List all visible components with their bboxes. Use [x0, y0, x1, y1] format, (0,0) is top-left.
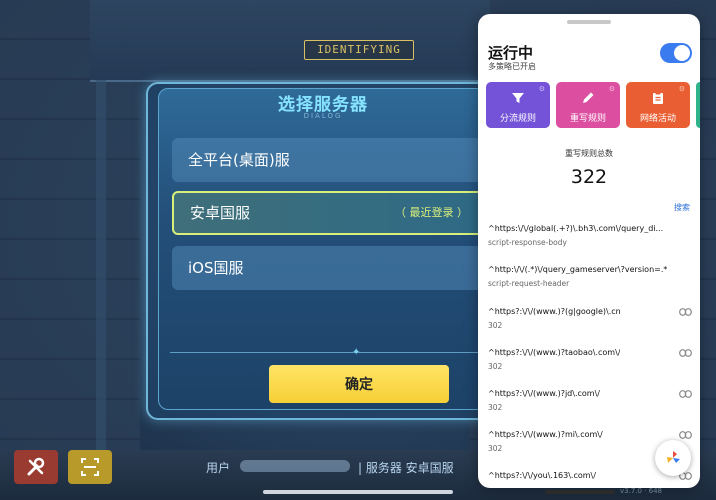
username-redacted — [240, 460, 350, 472]
identifying-badge: IDENTIFYING — [304, 40, 414, 60]
rule-pattern: ^https?:\/\/(www.)?mi\.com\/ — [488, 430, 603, 439]
server-option-ios[interactable]: iOS国服 — [172, 246, 488, 290]
server-option-desktop[interactable]: 全平台(桌面)服 — [172, 138, 488, 182]
confirm-button[interactable]: 确定 — [269, 365, 449, 403]
status-subtitle: 多策略已开启 — [488, 62, 536, 71]
filter-icon — [512, 93, 524, 103]
tab-label: 重写规则 — [569, 114, 606, 124]
feature-tabs: ⚙ 分流规则 ⚙ 重写规则 ⚙ 网络活动 — [478, 82, 700, 128]
tab-label: 分流规则 — [499, 114, 536, 124]
recent-login-tag: （ 最近登录 ） — [395, 206, 468, 219]
rule-row[interactable]: ^https?:\/\/(www.)?taobao\.com\/ 302 — [488, 348, 692, 382]
panel-grabber[interactable] — [567, 20, 611, 24]
version-text: v3.7.0 · 648 — [620, 487, 662, 495]
toggle-knob — [674, 45, 690, 61]
tab-label: 网络活动 — [639, 114, 676, 124]
server-option-label: 全平台(桌面)服 — [188, 151, 290, 169]
pillar — [96, 80, 106, 460]
rule-type: script-response-body — [488, 238, 567, 247]
link-icon — [679, 431, 692, 439]
server-option-android[interactable]: 安卓国服 （ 最近登录 ） — [172, 191, 488, 235]
scan-icon — [81, 458, 99, 476]
tab-network-activity[interactable]: ⚙ 网络活动 — [626, 82, 690, 128]
rule-pattern: ^http:\/\/(.*)\/query_gameserver\?versio… — [488, 265, 668, 274]
tab-gear-icon: ⚙ — [538, 85, 545, 93]
rewrite-total-value: 322 — [570, 166, 608, 188]
status-title: 运行中 — [488, 44, 534, 62]
rule-row[interactable]: ^https?:\/\/(www.)?(g|google)\.cn 302 — [488, 307, 692, 341]
link-icon — [679, 390, 692, 398]
pinwheel-icon — [667, 451, 680, 463]
user-label: 用户 — [206, 461, 231, 475]
rule-pattern: ^https?:\/\/you\.163\.com\/ — [488, 471, 596, 480]
proxy-panel: 运行中 多策略已开启 ⚙ 分流规则 ⚙ 重写规则 ⚙ 网络活动 重写规则总数 3… — [478, 14, 700, 488]
tab-rewrite-rules[interactable]: ⚙ 重写规则 — [556, 82, 620, 128]
rule-pattern: ^https?:\/\/(www.)?taobao\.com\/ — [488, 348, 621, 357]
rule-row[interactable]: ^https?:\/\/you\.163\.com\/ — [488, 471, 692, 488]
tab-gear-icon: ⚙ — [608, 85, 615, 93]
rule-type: script-request-header — [488, 279, 570, 288]
rule-row[interactable]: ^https?:\/\/(www.)?jd\.com\/ 302 — [488, 389, 692, 423]
running-toggle[interactable] — [660, 43, 692, 63]
rewrite-total-label: 重写规则总数 — [565, 149, 613, 158]
rule-type: 302 — [488, 403, 503, 412]
tab-routing-rules[interactable]: ⚙ 分流规则 — [486, 82, 550, 128]
diamond-ornament-icon: ✦ — [352, 347, 361, 358]
home-indicator[interactable] — [263, 490, 453, 494]
server-option-label: 安卓国服 — [190, 204, 251, 222]
link-icon — [679, 308, 692, 316]
rule-pattern: ^https:\/\/global(.+?)\.bh3\.com\/query_… — [488, 224, 664, 233]
rule-row[interactable]: ^http:\/\/(.*)\/query_gameserver\?versio… — [488, 265, 692, 299]
rule-type: 302 — [488, 362, 503, 371]
dialog-subtitle: DIALOG — [303, 112, 343, 120]
dialog-divider — [170, 352, 480, 353]
search-link[interactable]: 搜索 — [674, 202, 690, 213]
tab-gear-icon: ⚙ — [678, 85, 685, 93]
rule-row[interactable]: ^https:\/\/global(.+?)\.bh3\.com\/query_… — [488, 224, 692, 258]
rule-type: 302 — [488, 444, 503, 453]
tab-next-partial[interactable] — [696, 82, 700, 128]
scan-button[interactable] — [68, 450, 112, 484]
link-icon — [679, 349, 692, 357]
floating-action-button[interactable] — [655, 440, 691, 476]
ceiling — [90, 0, 490, 82]
clipboard-icon — [653, 92, 663, 104]
rule-pattern: ^https?:\/\/(www.)?(g|google)\.cn — [488, 307, 621, 316]
rule-pattern: ^https?:\/\/(www.)?jd\.com\/ — [488, 389, 600, 398]
pencil-icon — [583, 92, 594, 103]
panel-home-indicator[interactable] — [545, 490, 615, 494]
rule-type: 302 — [488, 321, 503, 330]
server-option-label: iOS国服 — [188, 259, 244, 277]
wrench-icon — [27, 457, 45, 476]
current-server-text[interactable]: | 服务器 安卓国服 — [358, 459, 454, 476]
tools-button[interactable] — [14, 450, 58, 484]
